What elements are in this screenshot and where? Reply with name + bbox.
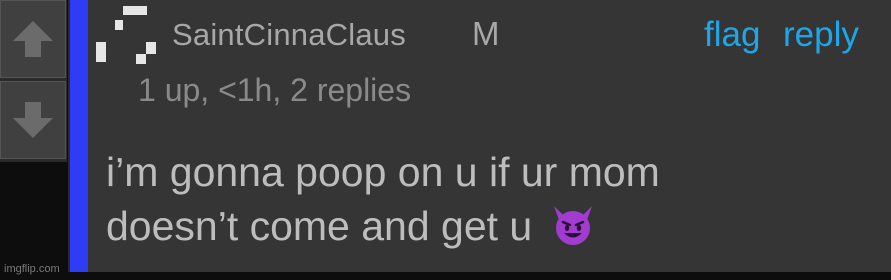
- flag-link[interactable]: flag: [704, 15, 760, 55]
- comment-text-line-2-text: doesn’t come and get u: [106, 203, 533, 249]
- watermark: imgflip.com: [4, 263, 60, 275]
- smiling-devil-emoji: [553, 206, 592, 245]
- arrow-down-icon: [13, 102, 53, 138]
- comment-meta: 1 up, <1h, 2 replies: [138, 72, 412, 108]
- comment-text-line-1: i’m gonna poop on u if ur mom: [106, 149, 660, 195]
- upvote-button[interactable]: [0, 0, 66, 78]
- user-gender: M: [472, 15, 500, 52]
- comment-text: i’m gonna poop on u if ur mom doesn’t co…: [106, 145, 866, 253]
- comment-accent-bar: [70, 0, 88, 272]
- arrow-up-icon: [13, 21, 53, 57]
- page-bottom-strip: [0, 272, 891, 280]
- downvote-button[interactable]: [0, 81, 66, 159]
- comment-username[interactable]: SaintCinnaClaus: [172, 17, 406, 53]
- comment-text-line-2: doesn’t come and get u: [106, 199, 866, 253]
- vote-column: [0, 0, 67, 162]
- reply-link[interactable]: reply: [783, 15, 859, 55]
- pixel-avatar-icon[interactable]: [96, 6, 156, 66]
